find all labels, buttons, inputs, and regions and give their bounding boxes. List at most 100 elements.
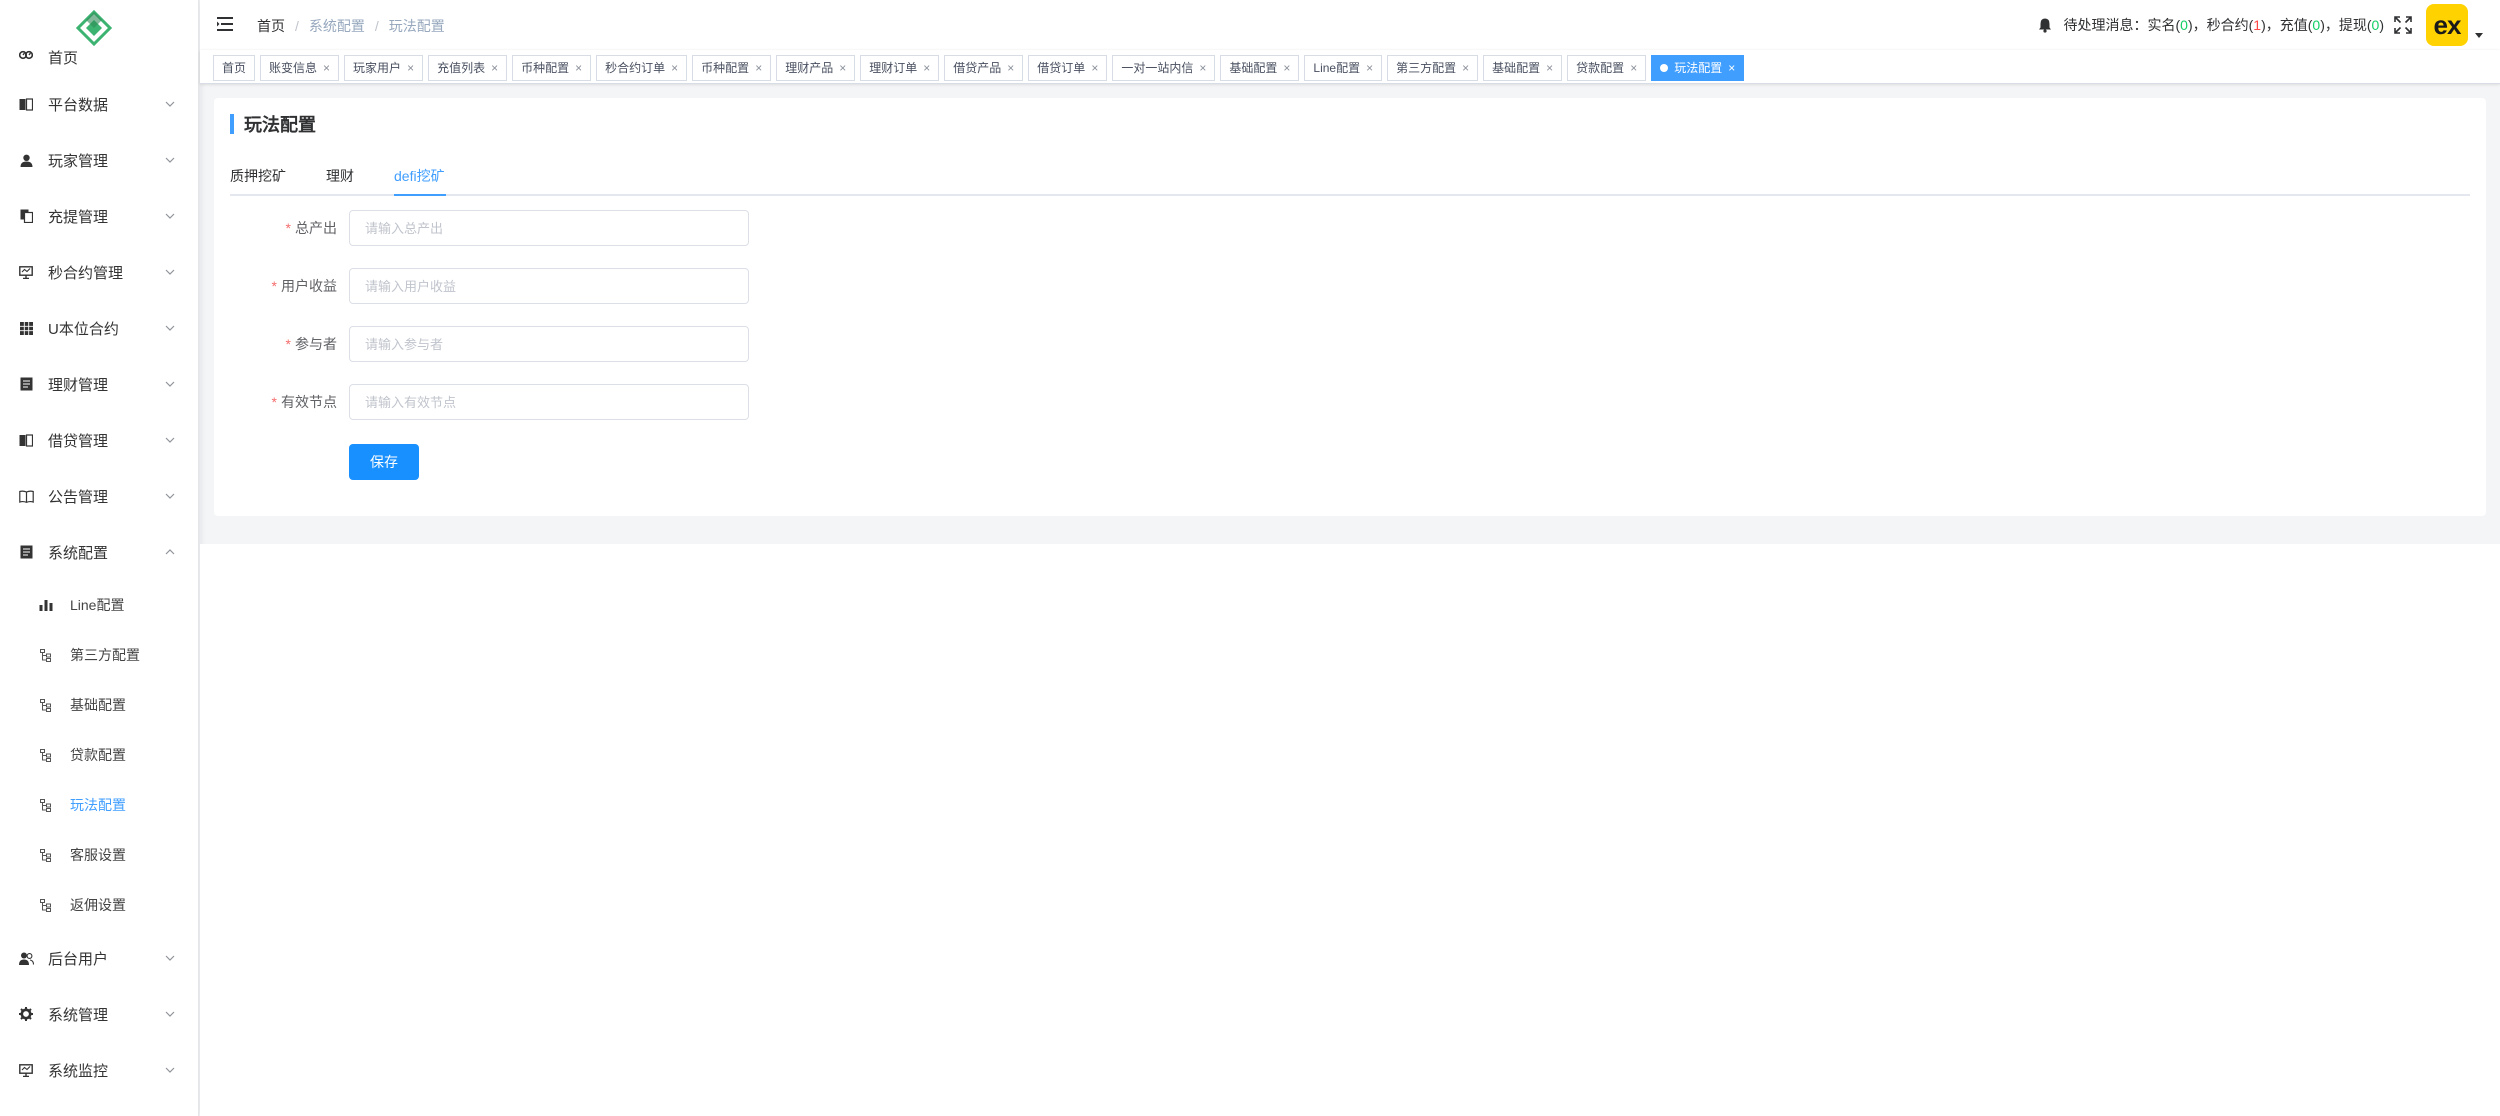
close-icon[interactable]: × <box>575 56 582 80</box>
user-earnings-input[interactable] <box>349 268 749 304</box>
sidebar-item-system-management[interactable]: 系统管理 <box>0 986 198 1042</box>
sidebar-item-platform-data[interactable]: 平台数据 <box>0 76 198 132</box>
sidebar-subitem-line-config[interactable]: Line配置 <box>0 580 198 630</box>
sidebar-subitem-customer-service[interactable]: 客服设置 <box>0 830 198 880</box>
close-icon[interactable]: × <box>323 56 330 80</box>
save-button[interactable]: 保存 <box>349 444 419 480</box>
tag-label: 贷款配置 <box>1576 61 1625 75</box>
sidebar-item-announcement[interactable]: 公告管理 <box>0 468 198 524</box>
tag-item[interactable]: 基础配置 × <box>1483 55 1563 81</box>
sidebar-subitem-gameplay-config[interactable]: 玩法配置 <box>0 780 198 830</box>
tab-finance[interactable]: 理财 <box>326 166 354 196</box>
navbar: 首页 / 系统配置 / 玩法配置 待处理消息：实名(0)，秒合约(1)，充值(0… <box>200 0 2500 50</box>
tag-item[interactable]: 理财订单 × <box>860 55 940 81</box>
close-icon[interactable]: × <box>1283 56 1290 80</box>
breadcrumb-system-config: 系统配置 <box>308 18 365 34</box>
realname-count: 0 <box>2180 17 2188 33</box>
chevron-down-icon <box>165 955 175 961</box>
tag-item[interactable]: 玩家用户 × <box>344 55 424 81</box>
sidebar-item-second-contract[interactable]: 秒合约管理 <box>0 244 198 300</box>
tag-item[interactable]: 一对一站内信 × <box>1112 55 1216 81</box>
notice-text: )，秒合约( <box>2187 17 2254 33</box>
tag-label: 玩家用户 <box>353 61 402 75</box>
sidebar-item-deposit-withdraw[interactable]: 充提管理 <box>0 188 198 244</box>
close-icon[interactable]: × <box>1546 56 1553 80</box>
tag-label: 首页 <box>222 61 247 75</box>
tag-item[interactable]: 第三方配置 × <box>1387 55 1479 81</box>
close-icon[interactable]: × <box>1199 56 1206 80</box>
close-icon[interactable]: × <box>1091 56 1098 80</box>
page-title: 玩法配置 <box>230 114 316 135</box>
tree-icon <box>38 747 54 763</box>
tag-label: 账变信息 <box>269 61 318 75</box>
close-icon[interactable]: × <box>923 56 930 80</box>
navbar-right: 待处理消息：实名(0)，秒合约(1)，充值(0)，提现(0) ex <box>2037 0 2500 50</box>
chevron-up-icon <box>165 549 175 555</box>
sidebar-item-home[interactable]: 首页 <box>0 34 198 76</box>
tree-icon <box>38 697 54 713</box>
tab-defi-mining[interactable]: defi挖矿 <box>394 166 445 196</box>
tag-item[interactable]: 秒合约订单 × <box>596 55 688 81</box>
fullscreen-icon[interactable] <box>2394 16 2412 34</box>
sidebar-subitem-basic-config[interactable]: 基础配置 <box>0 680 198 730</box>
tag-label: 玩法配置 <box>1674 61 1723 75</box>
bell-icon[interactable] <box>2037 17 2053 33</box>
chevron-down-icon <box>165 101 175 107</box>
valid-nodes-input[interactable] <box>349 384 749 420</box>
close-icon[interactable]: × <box>1462 56 1469 80</box>
caret-down-icon[interactable] <box>2474 30 2484 40</box>
close-icon[interactable]: × <box>407 56 414 80</box>
participants-input[interactable] <box>349 326 749 362</box>
tag-item[interactable]: 基础配置 × <box>1220 55 1300 81</box>
sidebar-item-finance[interactable]: 理财管理 <box>0 356 198 412</box>
required-mark: * <box>271 394 277 410</box>
sidebar-subitem-loan-config[interactable]: 贷款配置 <box>0 730 198 780</box>
sidebar-item-player-management[interactable]: 玩家管理 <box>0 132 198 188</box>
tag-item[interactable]: 贷款配置 × <box>1567 55 1647 81</box>
close-icon[interactable]: × <box>1366 56 1373 80</box>
open-book-icon <box>18 488 34 504</box>
sidebar-subitem-third-party-config[interactable]: 第三方配置 <box>0 630 198 680</box>
sidebar-item-system-config[interactable]: 系统配置 <box>0 524 198 580</box>
tag-item[interactable]: 币种配置 × <box>692 55 772 81</box>
close-icon[interactable]: × <box>1007 56 1014 80</box>
sidebar-subitem-label: 客服设置 <box>70 847 126 863</box>
close-icon[interactable]: × <box>839 56 846 80</box>
sidebar-item-label: 公告管理 <box>48 488 109 506</box>
tag-item[interactable]: 充值列表 × <box>428 55 508 81</box>
sidebar-item-system-monitor[interactable]: 系统监控 <box>0 1042 198 1098</box>
hamburger-icon[interactable] <box>216 16 234 32</box>
sidebar-subitem-commission[interactable]: 返佣设置 <box>0 880 198 930</box>
tag-label: 理财产品 <box>785 61 834 75</box>
form-row-user-earnings: * 用户收益 <box>214 268 1014 304</box>
tag-item[interactable]: 理财产品 × <box>776 55 856 81</box>
close-icon[interactable]: × <box>1728 56 1735 80</box>
tag-item[interactable]: 首页 <box>213 55 256 81</box>
sidebar-subitem-label: 玩法配置 <box>70 797 126 813</box>
tab-staking-mining[interactable]: 质押挖矿 <box>230 166 286 196</box>
tag-label: 一对一站内信 <box>1121 61 1194 75</box>
pending-messages[interactable]: 待处理消息：实名(0)，秒合约(1)，充值(0)，提现(0) <box>2063 15 2384 35</box>
chevron-down-icon <box>165 325 175 331</box>
chevron-down-icon <box>165 437 175 443</box>
notice-prefix: 待处理消息：实名( <box>2063 17 2181 33</box>
tag-item[interactable]: Line配置 × <box>1304 55 1383 81</box>
sidebar-item-u-contract[interactable]: U本位合约 <box>0 300 198 356</box>
close-icon[interactable]: × <box>491 56 498 80</box>
tag-item[interactable]: 借贷订单 × <box>1028 55 1108 81</box>
tag-item[interactable]: 借贷产品 × <box>944 55 1024 81</box>
breadcrumb-home[interactable]: 首页 <box>257 16 285 36</box>
close-icon[interactable]: × <box>671 56 678 80</box>
sidebar-subitem-label: 贷款配置 <box>70 747 126 763</box>
sidebar-item-admin-users[interactable]: 后台用户 <box>0 930 198 986</box>
tag-item[interactable]: 账变信息 × <box>260 55 340 81</box>
close-icon[interactable]: × <box>755 56 762 80</box>
tags-view: 首页 账变信息 × 玩家用户 × 充值列表 × 币种配置 × 秒合约订单 × 币种配置 × … <box>200 50 2500 84</box>
sidebar-item-loan[interactable]: 借贷管理 <box>0 412 198 468</box>
avatar[interactable]: ex <box>2426 4 2468 46</box>
tag-item-active[interactable]: 玩法配置 × <box>1651 55 1745 81</box>
tag-item[interactable]: 币种配置 × <box>512 55 592 81</box>
active-dot <box>1660 64 1669 72</box>
total-output-input[interactable] <box>349 210 749 246</box>
close-icon[interactable]: × <box>1630 56 1637 80</box>
